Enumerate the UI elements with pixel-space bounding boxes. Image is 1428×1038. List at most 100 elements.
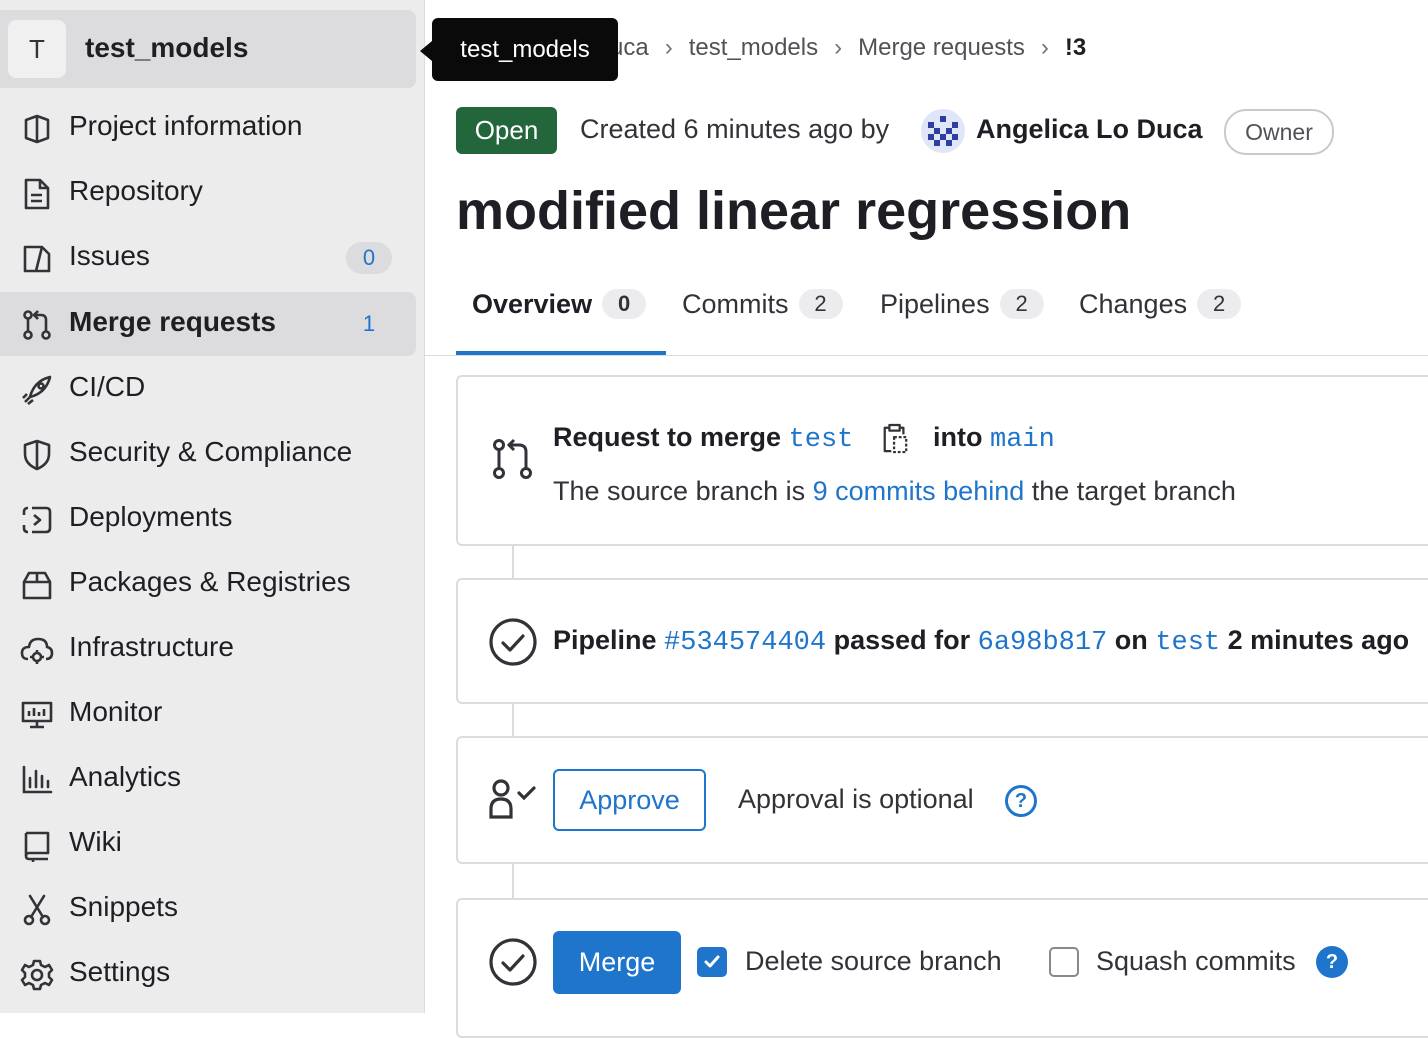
- tab-count: 2: [1197, 289, 1242, 319]
- sidebar-item-label: Repository: [69, 175, 203, 206]
- doc-icon: [20, 177, 54, 211]
- sidebar-item-issues[interactable]: Issues 0: [0, 226, 416, 290]
- merge-info-widget: [456, 375, 1428, 546]
- sidebar-item-project-information[interactable]: Project information: [0, 96, 416, 160]
- sidebar-item-label: Security & Compliance: [69, 436, 353, 467]
- sidebar-item-wiki[interactable]: Wiki: [0, 812, 416, 876]
- check-circle-icon: [488, 937, 538, 992]
- merge-request-icon: [20, 308, 54, 342]
- tab-label: Changes: [1079, 289, 1188, 319]
- project-name[interactable]: test_models: [85, 32, 248, 64]
- commits-behind-link[interactable]: 9 commits behind: [813, 476, 1025, 506]
- copy-icon[interactable]: [881, 423, 909, 460]
- chevron-right-icon: ›: [834, 34, 843, 61]
- sidebar-item-merge-requests[interactable]: Merge requests 1: [0, 292, 416, 356]
- sidebar-item-monitor[interactable]: Monitor: [0, 682, 416, 746]
- sidebar: T test_models Project information Reposi…: [0, 0, 425, 1013]
- behind-prefix: The source branch is: [553, 476, 806, 506]
- book-icon: [20, 828, 54, 862]
- project-avatar: T: [8, 20, 66, 78]
- sidebar-item-label: Snippets: [69, 891, 178, 922]
- delete-source-branch-checkbox[interactable]: [697, 947, 727, 977]
- sidebar-item-label: Analytics: [69, 761, 182, 792]
- breadcrumb: uca › test_models › Merge requests › !3: [610, 34, 1086, 62]
- pipeline-label: Pipeline: [553, 625, 657, 655]
- sidebar-item-analytics[interactable]: Analytics: [0, 747, 416, 811]
- sidebar-item-security-compliance[interactable]: Security & Compliance: [0, 422, 416, 486]
- sidebar-item-label: CI/CD: [69, 371, 146, 402]
- approve-button[interactable]: Approve: [553, 769, 706, 831]
- sidebar-item-label: Merge requests: [69, 306, 276, 337]
- commit-sha-link[interactable]: 6a98b817: [978, 628, 1108, 658]
- divider: [424, 355, 1428, 356]
- squash-commits-checkbox[interactable]: [1049, 947, 1079, 977]
- project-icon: [20, 112, 54, 146]
- sidebar-item-label: Deployments: [69, 501, 233, 532]
- merge-requests-count-badge: 1: [362, 311, 376, 336]
- check-circle-icon[interactable]: [488, 617, 538, 672]
- tab-count: 2: [999, 289, 1044, 319]
- sidebar-item-snippets[interactable]: Snippets: [0, 877, 416, 941]
- squash-commits-label[interactable]: Squash commits: [1096, 946, 1296, 977]
- tab-label: Pipelines: [880, 289, 990, 319]
- timeline-connector: [512, 545, 514, 579]
- behind-suffix: the target branch: [1031, 476, 1236, 506]
- request-to-merge-label: Request to merge: [553, 422, 782, 452]
- sidebar-item-label: Issues: [69, 240, 150, 271]
- chevron-right-icon: ›: [1040, 34, 1049, 61]
- project-header[interactable]: T test_models: [0, 10, 416, 88]
- approval-icon: [486, 777, 542, 826]
- breadcrumb-item-merge-requests[interactable]: Merge requests: [858, 34, 1025, 61]
- chart-icon: [20, 763, 54, 797]
- merge-button[interactable]: Merge: [553, 931, 681, 994]
- sidebar-item-cicd[interactable]: CI/CD: [0, 357, 416, 421]
- tooltip: test_models: [432, 18, 618, 81]
- on-label: on: [1114, 625, 1148, 655]
- tab-pipelines[interactable]: Pipelines 2: [880, 280, 1044, 356]
- sidebar-item-repository[interactable]: Repository: [0, 161, 416, 225]
- breadcrumb-item-project[interactable]: test_models: [689, 34, 818, 61]
- sidebar-item-settings[interactable]: Settings: [0, 942, 416, 1006]
- shield-icon: [20, 438, 54, 472]
- pipeline-time: 2 minutes ago: [1227, 625, 1410, 655]
- sidebar-item-label: Infrastructure: [69, 631, 234, 662]
- sidebar-item-packages-registries[interactable]: Packages & Registries: [0, 552, 416, 616]
- into-label: into: [933, 422, 983, 452]
- status-badge: Open: [456, 107, 557, 154]
- sidebar-item-deployments[interactable]: Deployments: [0, 487, 416, 551]
- tab-count: 2: [798, 289, 843, 319]
- scissors-icon: [20, 893, 54, 927]
- chevron-right-icon: ›: [664, 34, 673, 61]
- tab-overview[interactable]: Overview 0: [472, 280, 647, 356]
- timeline-connector: [512, 703, 514, 737]
- deployments-icon: [20, 503, 54, 537]
- cloud-gear-icon: [20, 633, 54, 667]
- sidebar-item-infrastructure[interactable]: Infrastructure: [0, 617, 416, 681]
- pipeline-branch-link[interactable]: test: [1155, 628, 1220, 658]
- tab-commits[interactable]: Commits 2: [682, 280, 843, 356]
- sidebar-item-label: Project information: [69, 110, 303, 141]
- monitor-icon: [20, 698, 54, 732]
- sidebar-item-label: Wiki: [69, 826, 122, 857]
- delete-source-branch-label[interactable]: Delete source branch: [745, 946, 1002, 977]
- pipeline-id-link[interactable]: #534574404: [664, 628, 826, 658]
- target-branch-link[interactable]: main: [990, 425, 1055, 455]
- sidebar-item-label: Monitor: [69, 696, 163, 727]
- source-branch-link[interactable]: test: [789, 425, 854, 455]
- tab-label: Overview: [472, 289, 593, 319]
- tab-count: 0: [602, 289, 647, 319]
- merge-request-icon: [490, 436, 536, 487]
- author-name[interactable]: Angelica Lo Duca: [976, 114, 1203, 145]
- help-icon[interactable]: ?: [1005, 785, 1037, 817]
- help-icon[interactable]: ?: [1316, 946, 1348, 978]
- issues-icon: [20, 242, 54, 276]
- breadcrumb-item-current[interactable]: !3: [1065, 34, 1086, 61]
- tab-changes[interactable]: Changes 2: [1079, 280, 1242, 356]
- tab-label: Commits: [682, 289, 789, 319]
- role-badge: Owner: [1224, 109, 1334, 155]
- timeline-connector: [512, 863, 514, 899]
- sidebar-item-label: Settings: [69, 956, 171, 987]
- approval-text: Approval is optional: [738, 784, 974, 814]
- avatar[interactable]: [920, 108, 966, 154]
- passed-for-label: passed for: [833, 625, 971, 655]
